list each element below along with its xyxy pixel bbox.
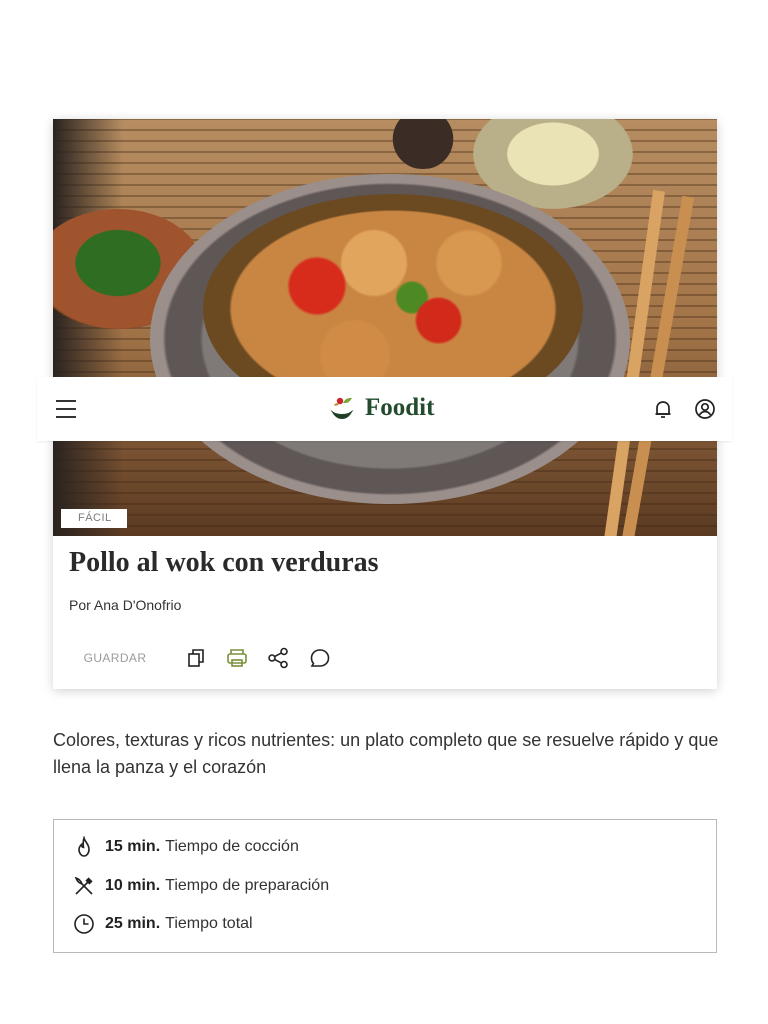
time-label: Tiempo de cocción bbox=[165, 838, 299, 855]
time-row-total: 25 min. Tiempo total bbox=[72, 911, 253, 937]
foodit-logo-icon bbox=[330, 397, 354, 419]
time-label: Tiempo total bbox=[165, 915, 253, 932]
difficulty-tag: FÁCIL bbox=[61, 509, 127, 528]
recipe-times-box: 15 min. Tiempo de cocción 10 min. Tiempo… bbox=[53, 819, 717, 953]
recipe-actions: GUARDAR bbox=[53, 639, 717, 679]
time-value: 15 min. bbox=[105, 838, 161, 855]
time-label: Tiempo de preparación bbox=[165, 877, 330, 894]
recipe-author: Por Ana D'Onofrio bbox=[69, 597, 182, 613]
flame-icon bbox=[72, 835, 96, 859]
site-header: Foodit bbox=[37, 377, 732, 441]
recipe-hero-image: FÁCIL bbox=[53, 119, 717, 536]
recipe-intro: Colores, texturas y ricos nutrientes: un… bbox=[53, 730, 719, 777]
hero-pepper-grinder bbox=[383, 119, 463, 169]
user-icon[interactable] bbox=[692, 396, 718, 422]
hamburger-icon[interactable] bbox=[56, 398, 78, 420]
bell-icon[interactable] bbox=[650, 396, 676, 422]
brand-name: Foodit bbox=[365, 394, 435, 421]
brand-logo[interactable]: Foodit bbox=[327, 391, 434, 425]
time-value: 10 min. bbox=[105, 877, 161, 894]
print-icon[interactable] bbox=[224, 645, 250, 671]
time-row-cooking: 15 min. Tiempo de cocción bbox=[72, 834, 299, 860]
comment-icon[interactable] bbox=[307, 645, 333, 671]
recipe-title: Pollo al wok con verduras bbox=[69, 547, 379, 578]
save-button[interactable]: GUARDAR bbox=[71, 647, 159, 669]
copy-icon[interactable] bbox=[183, 645, 209, 671]
utensils-icon bbox=[72, 874, 96, 898]
time-value: 25 min. bbox=[105, 915, 161, 932]
share-icon[interactable] bbox=[265, 645, 291, 671]
time-row-preparation: 10 min. Tiempo de preparación bbox=[72, 873, 329, 899]
clock-icon bbox=[72, 912, 96, 936]
